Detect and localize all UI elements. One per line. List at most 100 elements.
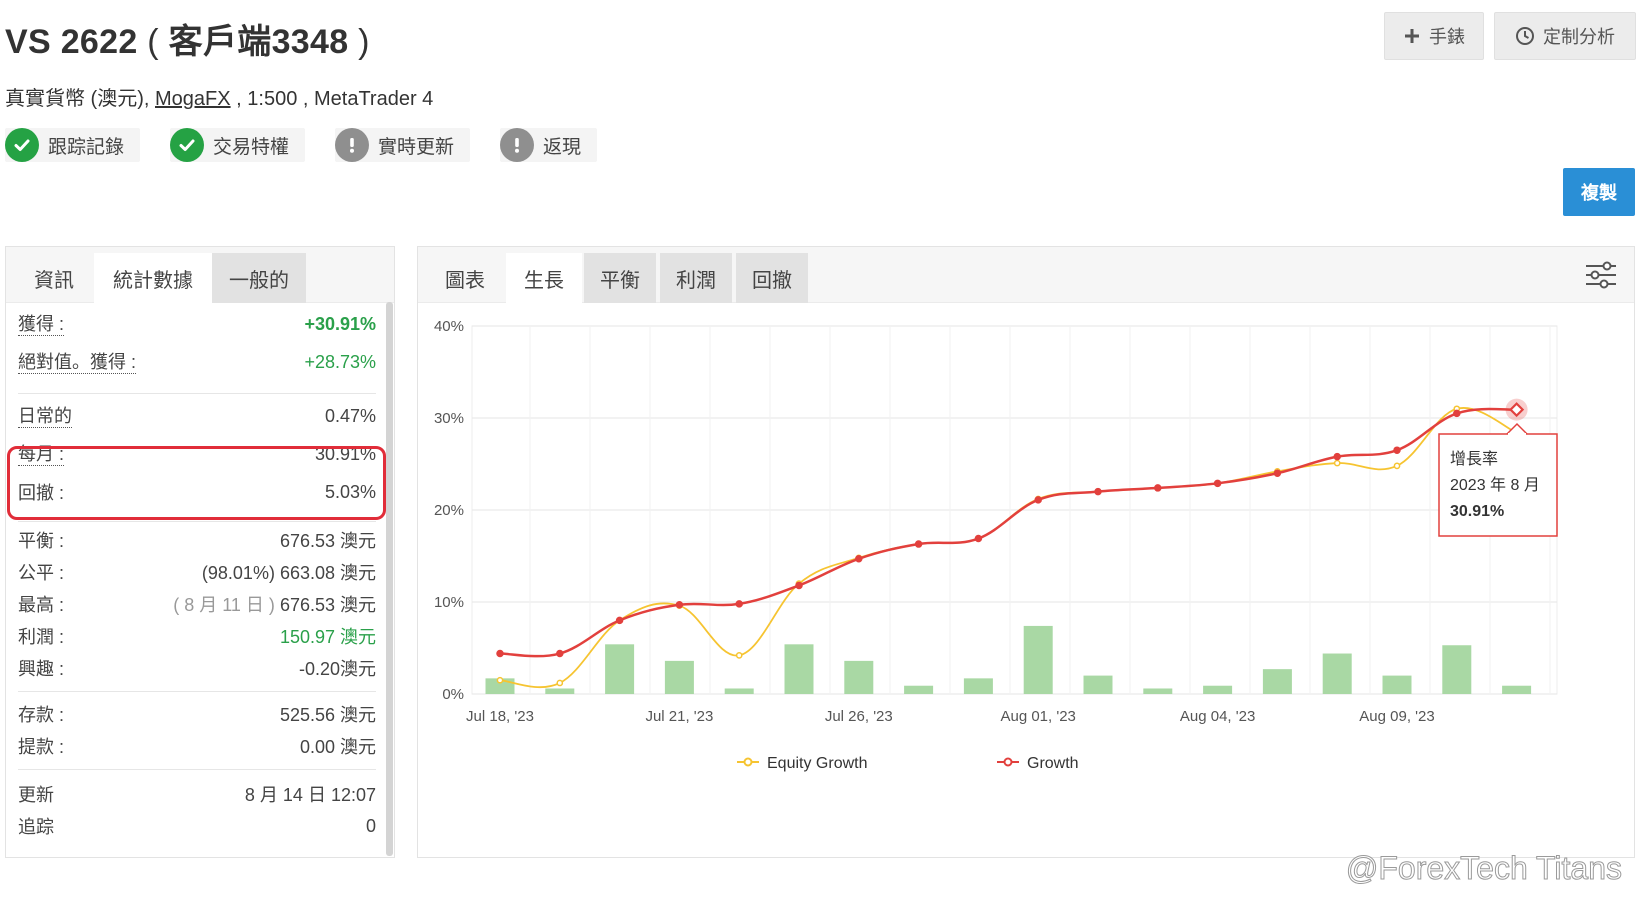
- tab-chart[interactable]: 圖表: [424, 253, 506, 303]
- bar[interactable]: [1203, 685, 1233, 694]
- copy-button[interactable]: 複製: [1563, 168, 1635, 216]
- data-point[interactable]: [735, 600, 743, 608]
- bar[interactable]: [1143, 688, 1173, 694]
- bar[interactable]: [963, 678, 993, 694]
- bar[interactable]: [844, 660, 874, 694]
- legend-item-growth[interactable]: Growth: [997, 755, 1079, 772]
- data-point[interactable]: [496, 676, 504, 684]
- custom-analysis-label: 定制分析: [1543, 27, 1615, 47]
- stat-label: 最高 :: [18, 595, 65, 615]
- bar[interactable]: [904, 685, 934, 694]
- stat-value: ( 8 月 11 日 ) 676.53 澳元: [173, 591, 376, 617]
- stat-label[interactable]: 日常的: [18, 405, 72, 428]
- y-tick-label: 0%: [442, 686, 464, 703]
- page-title: VS 2622 ( 客戶端3348 ): [5, 14, 370, 63]
- stat-label[interactable]: 獲得 :: [18, 313, 65, 336]
- title-close-paren: ): [358, 23, 370, 61]
- broker-link[interactable]: MogaFX: [155, 88, 231, 110]
- stat-balance: 平衡 : 676.53 澳元: [18, 525, 376, 555]
- stat-gain: 獲得 : +30.91%: [18, 309, 376, 339]
- legend-item-equity-growth[interactable]: Equity Growth: [737, 755, 867, 772]
- bar[interactable]: [1502, 685, 1532, 694]
- series-line[interactable]: [499, 407, 1517, 658]
- data-point[interactable]: [1333, 452, 1341, 461]
- bar[interactable]: [545, 688, 575, 694]
- bar[interactable]: [605, 644, 635, 694]
- badge-trading-privileges[interactable]: 交易特權: [170, 128, 306, 162]
- tab-statistics[interactable]: 統計數據: [94, 253, 212, 303]
- divider: [18, 691, 376, 692]
- data-point[interactable]: [615, 616, 624, 625]
- series-line[interactable]: [499, 407, 1517, 689]
- chart-tooltip: 增長率 2023 年 8 月 30.91%: [1438, 422, 1558, 537]
- data-point[interactable]: [855, 555, 863, 563]
- data-point[interactable]: [556, 679, 564, 687]
- data-point[interactable]: [1393, 462, 1401, 470]
- data-point[interactable]: [735, 652, 743, 659]
- bar[interactable]: [724, 688, 754, 694]
- stat-label[interactable]: 絕對值。獲得 :: [18, 351, 137, 374]
- badge-label: 返現: [543, 136, 582, 158]
- stat-updated: 更新 8 月 14 日 12:07: [18, 779, 376, 809]
- tab-growth[interactable]: 生長: [506, 253, 582, 303]
- x-tick-label: Aug 04, '23: [1180, 708, 1255, 725]
- data-point[interactable]: [1154, 484, 1162, 492]
- stat-label: 追踪: [18, 817, 54, 837]
- account-id: VS 2622: [5, 23, 138, 61]
- clock-icon: [1516, 27, 1534, 45]
- y-tick-label: 30%: [434, 410, 464, 427]
- bar[interactable]: [664, 660, 694, 694]
- data-point[interactable]: [795, 581, 803, 590]
- sliders-icon[interactable]: [1584, 259, 1618, 291]
- data-point[interactable]: [1034, 496, 1042, 504]
- bar[interactable]: [1023, 625, 1053, 694]
- badge-live-update[interactable]: 實時更新: [335, 128, 471, 162]
- stats-tabs: 資訊 統計數據 一般的: [6, 247, 394, 303]
- stat-profit: 利潤 : 150.97 澳元: [18, 621, 376, 651]
- data-point[interactable]: [675, 601, 684, 609]
- chart-tabs: 圖表 生長 平衡 利潤 回撤: [418, 247, 1634, 303]
- stat-label: 利潤 :: [18, 627, 65, 647]
- tab-general[interactable]: 一般的: [212, 253, 306, 303]
- badge-cashback[interactable]: 返現: [500, 128, 598, 162]
- data-point[interactable]: [1393, 446, 1401, 454]
- tab-profit[interactable]: 利潤: [660, 253, 732, 303]
- bar[interactable]: [1442, 645, 1472, 694]
- tooltip-value: 30.91%: [1450, 503, 1504, 520]
- highlight-annotation: [7, 446, 386, 520]
- tab-balance[interactable]: 平衡: [584, 253, 656, 303]
- stat-daily: 日常的 0.47%: [18, 401, 376, 431]
- bar[interactable]: [1083, 675, 1113, 694]
- data-point[interactable]: [1453, 409, 1461, 418]
- exclamation-circle-icon: [335, 128, 370, 162]
- data-point[interactable]: [974, 534, 983, 543]
- account-leverage-platform: , 1:500 , MetaTrader 4: [236, 88, 434, 110]
- stat-value: 150.97 澳元: [279, 627, 376, 647]
- stat-label: 存款 :: [18, 705, 65, 725]
- stat-highest: 最高 : ( 8 月 11 日 ) 676.53 澳元: [18, 589, 376, 619]
- stats-scrollbar[interactable]: [386, 302, 393, 856]
- badge-track-record[interactable]: 跟踪記錄: [5, 128, 141, 162]
- custom-analysis-button[interactable]: 定制分析: [1494, 12, 1636, 60]
- bar[interactable]: [1262, 669, 1292, 694]
- data-point[interactable]: [914, 540, 923, 548]
- badge-label: 實時更新: [378, 136, 455, 158]
- data-point[interactable]: [1333, 459, 1341, 467]
- y-tick-label: 40%: [434, 318, 464, 335]
- data-point[interactable]: [1273, 469, 1282, 477]
- data-point[interactable]: [1213, 479, 1222, 488]
- data-point[interactable]: [556, 649, 564, 658]
- growth-chart: 0%10%20%30%40% Jul 18, '23 Jul 21, '23 Jul…: [434, 318, 1558, 772]
- stat-tracking: 追踪 0: [18, 811, 376, 841]
- tab-info[interactable]: 資訊: [14, 253, 94, 303]
- watch-button[interactable]: 手錶: [1384, 12, 1484, 60]
- bar[interactable]: [784, 644, 814, 694]
- bar[interactable]: [1382, 675, 1412, 694]
- bar[interactable]: [1322, 653, 1352, 694]
- data-point[interactable]: [1094, 487, 1102, 496]
- tab-drawdown[interactable]: 回撤: [736, 253, 808, 303]
- data-point[interactable]: [496, 649, 504, 658]
- stat-interest: 興趣 : -0.20澳元: [18, 653, 376, 683]
- check-circle-icon: [5, 128, 39, 162]
- stat-deposits: 存款 : 525.56 澳元: [18, 699, 376, 729]
